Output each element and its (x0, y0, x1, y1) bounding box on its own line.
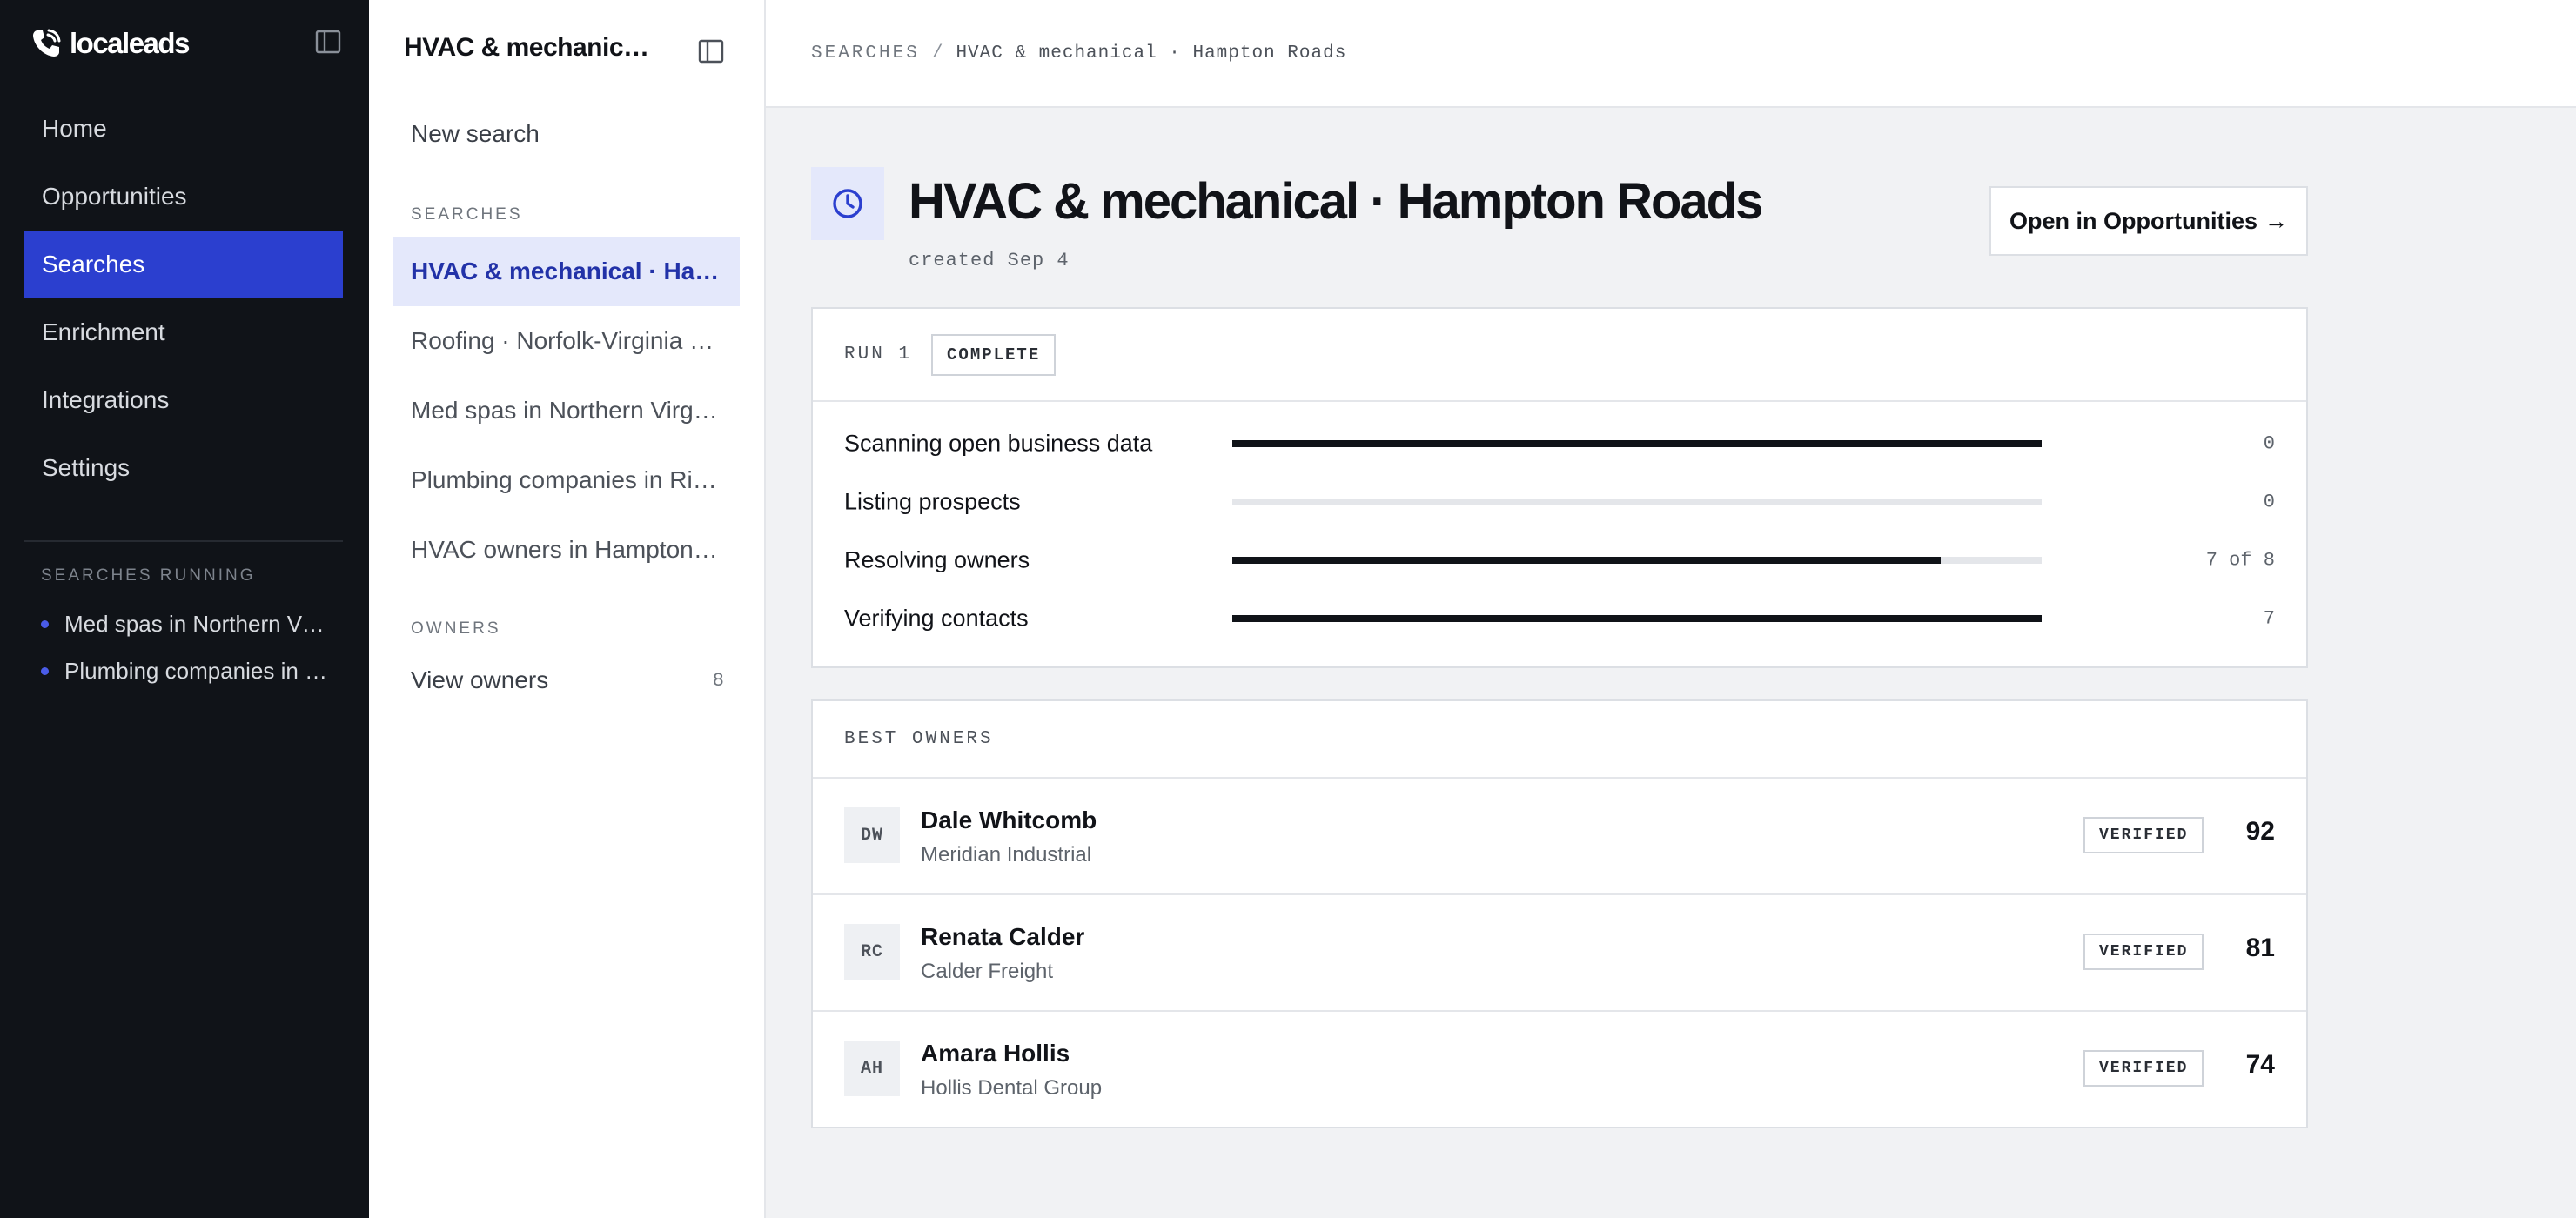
breadcrumb: SEARCHES / HVAC & mechanical · Hampton Roa… (811, 44, 1346, 64)
searches-running-heading: SEARCHES RUNNING (41, 566, 256, 585)
open-button-label: Open in Opportunities (2009, 207, 2257, 234)
running-search-item[interactable]: Med spas in Northern Virginia (41, 600, 328, 647)
nav-item-home[interactable]: Home (24, 96, 343, 162)
best-owners-header: BEST OWNERS (813, 701, 2306, 779)
search-icon-tile (811, 167, 884, 240)
search-item-label: Med spas in Northern Virginia (411, 397, 722, 424)
run-status-badge: COMPLETE (931, 333, 1057, 376)
dot-icon (41, 619, 49, 628)
step-count: 7 of 8 (2205, 549, 2275, 571)
step-name: Listing prospects (844, 488, 1021, 514)
search-list-item[interactable]: HVAC & mechanical · Hampton Roads (393, 237, 740, 306)
step-progress-fill (1232, 556, 1941, 564)
top-bar: SEARCHES / HVAC & mechanical · Hampton Roa… (766, 0, 2576, 108)
best-owners-card: BEST OWNERS DW Dale Whitcomb Meridian Indu… (811, 699, 2308, 1128)
owners-count: 8 (712, 669, 724, 692)
run-label: RUN 1 (844, 345, 913, 365)
search-item-label: HVAC owners in Hampton Roads (411, 536, 722, 563)
clock-icon (833, 189, 862, 218)
nav-item-integrations[interactable]: Integrations (24, 367, 343, 433)
step-progress-track (1232, 556, 2042, 564)
nav-divider (24, 540, 343, 542)
search-panel: HVAC & mechanical · Hampton Roads New se… (369, 0, 766, 1218)
main-sidebar: localeads Home Opportunities Searches Enric… (0, 0, 369, 1218)
run-step-row: Scanning open business data 0 (813, 414, 2306, 472)
step-progress-track (1232, 439, 2042, 447)
step-count: 0 (2263, 432, 2275, 454)
search-list-item[interactable]: HVAC owners in Hampton Roads (393, 515, 740, 585)
owner-avatar: DW (844, 807, 900, 863)
view-owners-link[interactable]: View owners 8 (411, 666, 724, 694)
owner-row[interactable]: AH Amara Hollis Hollis Dental Group VERIFIE… (813, 1012, 2306, 1128)
owner-avatar: AH (844, 1041, 900, 1096)
owners-heading: OWNERS (411, 619, 501, 638)
best-owners-list: DW Dale Whitcomb Meridian Industrial VERIFI… (813, 779, 2306, 1128)
running-searches-list: Med spas in Northern Virginia Plumbing co… (41, 600, 328, 694)
brand-name: localeads (70, 27, 190, 59)
search-list-item[interactable]: Roofing · Norfolk-Virginia Beach (393, 306, 740, 376)
step-progress-track (1232, 614, 2042, 622)
step-progress-fill (1232, 614, 2042, 622)
owner-row[interactable]: RC Renata Calder Calder Freight VERIFIED 81 (813, 895, 2306, 1012)
running-search-label: Plumbing companies in Richmond (64, 657, 328, 684)
verified-badge: VERIFIED (2083, 934, 2204, 970)
phone-icon (33, 29, 61, 57)
created-date: created Sep 4 (909, 250, 1070, 271)
open-in-opportunities-button[interactable]: Open in Opportunities → (1989, 186, 2308, 256)
search-list-item[interactable]: Med spas in Northern Virginia (393, 376, 740, 445)
nav-item-searches[interactable]: Searches (24, 231, 343, 298)
breadcrumb-current: HVAC & mechanical · Hampton Roads (956, 44, 1347, 64)
owner-name: Dale Whitcomb (921, 806, 1097, 833)
run-header: RUN 1 COMPLETE (813, 309, 2306, 402)
arrow-right-icon: → (2264, 207, 2288, 234)
step-name: Resolving owners (844, 546, 1030, 572)
page-title: HVAC & mechanical · Hampton Roads (909, 173, 1763, 230)
run-step-row: Verifying contacts 7 (813, 589, 2306, 647)
searches-heading: SEARCHES (411, 205, 523, 224)
view-owners-label: View owners (411, 666, 549, 693)
nav-item-settings[interactable]: Settings (24, 435, 343, 501)
running-search-label: Med spas in Northern Virginia (64, 610, 328, 637)
search-item-label: HVAC & mechanical · Hampton Roads (411, 258, 722, 284)
breadcrumb-separator: / (931, 44, 944, 64)
new-search-link[interactable]: New search (411, 120, 540, 148)
search-item-label: Roofing · Norfolk-Virginia Beach (411, 327, 722, 354)
search-list: HVAC & mechanical · Hampton Roads Roofing… (393, 237, 740, 585)
owner-avatar: RC (844, 924, 900, 980)
brand[interactable]: localeads (28, 24, 190, 63)
best-owners-heading: BEST OWNERS (844, 729, 994, 749)
search-list-item[interactable]: Plumbing companies in Richmond (393, 445, 740, 515)
owner-score: 92 (2245, 817, 2275, 846)
owner-name: Amara Hollis (921, 1040, 1070, 1067)
owner-score: 74 (2245, 1050, 2275, 1079)
breadcrumb-root[interactable]: SEARCHES (811, 44, 920, 64)
step-name: Verifying contacts (844, 605, 1029, 631)
verified-badge: VERIFIED (2083, 1050, 2204, 1087)
nav-item-opportunities[interactable]: Opportunities (24, 164, 343, 230)
step-progress-fill (1232, 439, 2042, 447)
owner-company: Meridian Industrial (921, 843, 1092, 867)
step-name: Scanning open business data (844, 430, 1153, 456)
panel-collapse-icon[interactable] (698, 39, 724, 64)
panel-title: HVAC & mechanical · Hampton Roads (404, 33, 656, 62)
run-steps: Scanning open business data 0 Listing pros… (813, 414, 2306, 647)
run-card: RUN 1 COMPLETE Scanning open business da… (811, 307, 2308, 668)
owner-company: Hollis Dental Group (921, 1076, 1103, 1100)
dot-icon (41, 666, 49, 675)
search-item-label: Plumbing companies in Richmond (411, 466, 722, 493)
step-count: 0 (2263, 491, 2275, 512)
running-search-item[interactable]: Plumbing companies in Richmond (41, 647, 328, 694)
owner-score: 81 (2245, 934, 2275, 962)
sidebar-collapse-icon[interactable] (315, 30, 341, 54)
owner-company: Calder Freight (921, 960, 1054, 983)
owner-row[interactable]: DW Dale Whitcomb Meridian Industrial VERIFI… (813, 779, 2306, 895)
run-step-row: Listing prospects 0 (813, 472, 2306, 531)
owner-name: Renata Calder (921, 923, 1085, 950)
verified-badge: VERIFIED (2083, 817, 2204, 853)
main-nav: Home Opportunities Searches Enrichment Integ… (24, 96, 343, 503)
step-count: 7 (2263, 607, 2275, 629)
nav-item-enrichment[interactable]: Enrichment (24, 299, 343, 365)
step-progress-track (1232, 498, 2042, 505)
run-step-row: Resolving owners 7 of 8 (813, 531, 2306, 589)
